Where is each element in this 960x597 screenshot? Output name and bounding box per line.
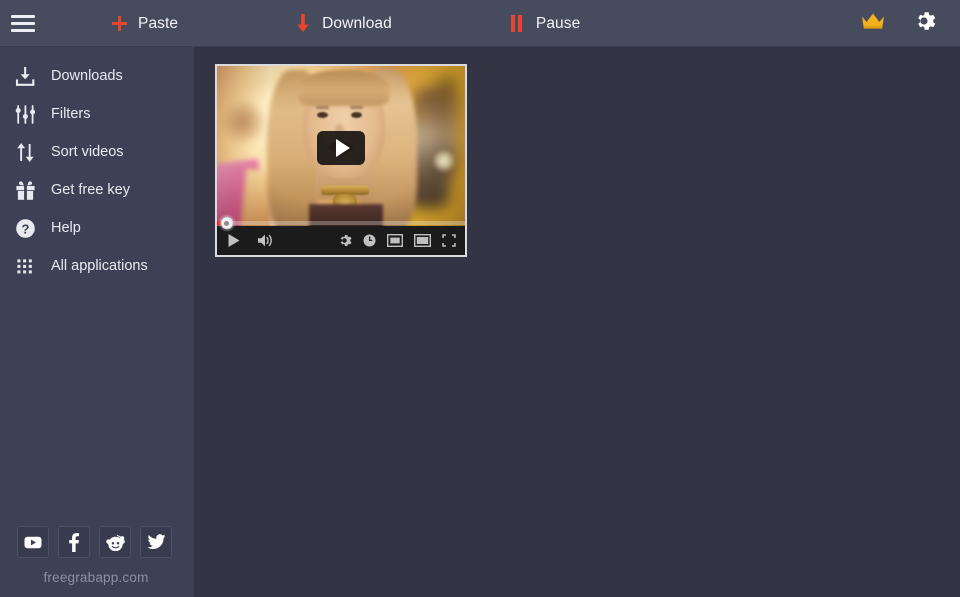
download-button[interactable]: Download (288, 0, 398, 47)
sidebar-item-label: Downloads (51, 67, 123, 84)
sidebar-item-filters[interactable]: Filters (0, 95, 194, 133)
sidebar-item-sort-videos[interactable]: Sort videos (0, 133, 194, 171)
speaker-icon[interactable] (257, 233, 274, 248)
sidebar-item-all-applications[interactable]: All applications (0, 247, 194, 285)
question-circle-icon: ? (13, 216, 37, 240)
hamburger-bar (11, 22, 35, 25)
youtube-icon (24, 536, 42, 549)
video-player-card[interactable] (215, 64, 467, 257)
toolbar-right-group (860, 9, 960, 38)
sidebar-item-label: Filters (51, 105, 91, 122)
hamburger-bar (11, 15, 35, 18)
app-body: Downloads Filters Sort videos Get free k… (0, 47, 960, 597)
player-controls-left (227, 226, 274, 255)
social-twitter-button[interactable] (140, 526, 172, 558)
theater-icon[interactable] (414, 234, 431, 247)
plus-icon (110, 14, 128, 34)
player-control-bar (217, 216, 465, 255)
download-tray-icon (13, 64, 37, 88)
app-window: Paste Download Pause Downloads Filters S… (0, 0, 960, 597)
sliders-icon (13, 102, 37, 126)
sidebar-item-get-free-key[interactable]: Get free key (0, 171, 194, 209)
sidebar-item-label: Sort videos (51, 143, 124, 160)
pause-button[interactable]: Pause (502, 0, 586, 47)
progress-bar[interactable] (217, 216, 465, 230)
hamburger-bar (11, 29, 35, 32)
play-triangle-icon (335, 139, 350, 157)
facebook-icon (68, 532, 80, 552)
player-controls-right (337, 226, 456, 255)
svg-text:?: ? (21, 221, 29, 236)
download-arrow-icon (294, 14, 312, 34)
hamburger-menu-icon[interactable] (0, 0, 46, 47)
download-button-label: Download (322, 14, 392, 32)
social-youtube-button[interactable] (17, 526, 49, 558)
social-reddit-button[interactable] (99, 526, 131, 558)
pause-button-label: Pause (535, 14, 581, 32)
clock-circle-icon[interactable] (363, 234, 376, 247)
social-links (0, 526, 194, 558)
pause-bars-icon (508, 14, 526, 34)
play-overlay-button[interactable] (317, 131, 365, 165)
gear-icon (912, 9, 936, 38)
social-facebook-button[interactable] (58, 526, 90, 558)
settings-button[interactable] (912, 9, 936, 38)
gear-icon[interactable] (337, 233, 352, 248)
fullscreen-icon[interactable] (442, 234, 456, 247)
site-url-label: freegrabapp.com (43, 570, 149, 585)
sidebar-item-help[interactable]: ? Help (0, 209, 194, 247)
main-content (194, 47, 960, 597)
miniplayer-icon[interactable] (387, 234, 403, 247)
top-toolbar: Paste Download Pause (0, 0, 960, 47)
premium-crown-button[interactable] (860, 11, 886, 36)
sidebar-item-downloads[interactable]: Downloads (0, 57, 194, 95)
sidebar-item-label: Get free key (51, 181, 130, 198)
twitter-icon (146, 534, 166, 550)
crown-icon (860, 11, 886, 36)
paste-button[interactable]: Paste (104, 0, 184, 47)
sidebar-footer: freegrabapp.com (0, 526, 194, 597)
sidebar-item-label: All applications (51, 257, 148, 274)
paste-button-label: Paste (138, 14, 179, 32)
sort-arrows-icon (13, 140, 37, 164)
sidebar: Downloads Filters Sort videos Get free k… (0, 47, 194, 597)
gift-icon (13, 178, 37, 202)
reddit-icon (105, 534, 125, 551)
play-icon[interactable] (227, 233, 241, 248)
grid-dots-icon (13, 254, 37, 278)
sidebar-item-label: Help (51, 219, 81, 236)
